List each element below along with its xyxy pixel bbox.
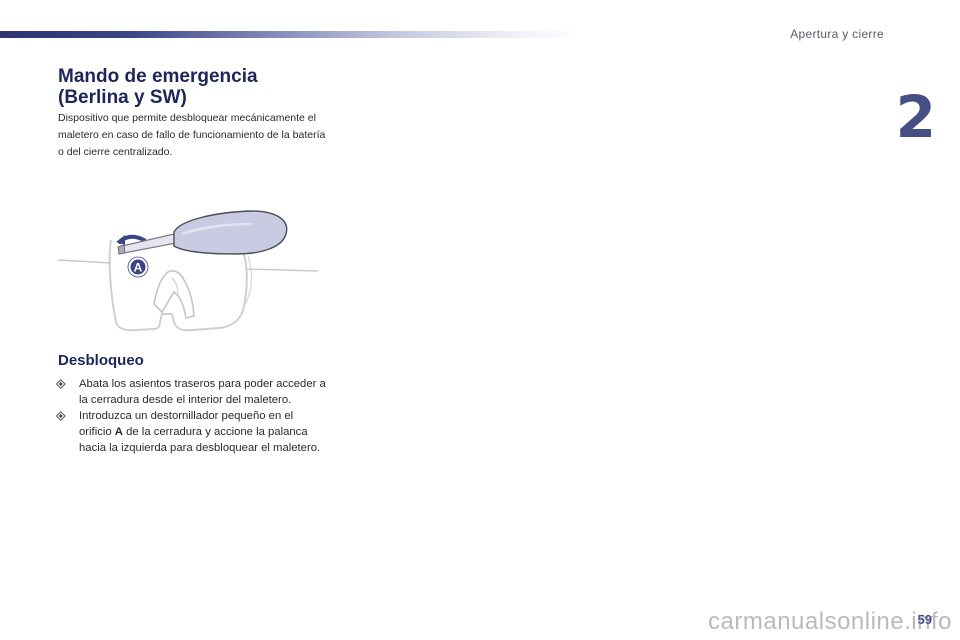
step-bullet-icon [55,411,66,421]
step-item: Introduzca un destornillador pequeño en … [55,408,326,456]
steps-list: Abata los asientos traseros para poder a… [55,376,326,456]
watermark: carmanualsonline.info [708,608,952,635]
intro-paragraph: Dispositivo que permite desbloquear mecá… [58,112,326,158]
emergency-lock-illustration: A [57,210,319,332]
chapter-number: 2 [895,83,936,151]
callout-a-icon: A [127,256,149,278]
subheading-unlocking: Desbloqueo [58,352,144,369]
page-title-line-1: Mando de emergencia [58,66,258,87]
step-item: Abata los asientos traseros para poder a… [55,376,326,408]
page-title-line-2: (Berlina y SW) [58,87,187,108]
step-bullet-icon [55,379,66,389]
header-gradient-bar [0,31,580,38]
page-title: Mando de emergencia (Berlina y SW) [58,66,258,108]
step-text-bold: A [114,426,123,438]
screwdriver-icon [117,210,288,255]
step-text: Abata los asientos traseros para poder a… [79,378,326,406]
section-title: Apertura y cierre [790,27,884,41]
callout-label: A [134,261,143,275]
